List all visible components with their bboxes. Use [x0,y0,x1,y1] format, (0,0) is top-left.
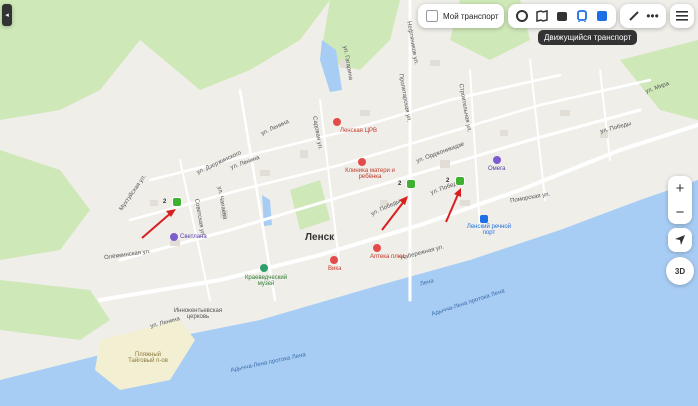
poi-pharmacy[interactable]: Аптека плюс [370,254,405,260]
view-3d-button[interactable]: 3D [666,257,694,285]
moving-transport-icon [597,11,607,21]
poi-vika[interactable]: Вика [328,266,341,272]
ruler-icon [628,11,639,21]
bus-icon[interactable] [406,179,416,189]
port-icon[interactable] [480,215,488,223]
zoom-in-button[interactable]: + [668,176,692,200]
traffic-layer-button[interactable] [512,5,532,27]
panorama-layer-button[interactable] [552,5,572,27]
shop-icon[interactable] [170,233,178,241]
city-label: Ленск [305,232,335,243]
shop-icon[interactable] [493,156,501,164]
bus-icon[interactable] [172,197,182,207]
bus-route-number: 2 [163,199,167,205]
poi-svetlana[interactable]: Светлана [180,234,207,240]
shop-icon[interactable] [330,256,338,264]
map-layer-button[interactable] [532,5,552,27]
bus-route-number: 2 [398,181,402,187]
checkbox[interactable] [426,10,438,22]
location-arrow-icon [675,235,685,245]
menu-button[interactable] [670,4,694,28]
my-location-button[interactable] [668,228,692,252]
zoom-out-button[interactable]: − [668,200,692,224]
bus-route-number: 2 [446,178,450,184]
tools-toolbar: ••• [620,4,666,28]
view-3d-label: 3D [674,266,686,276]
camera-icon [557,12,567,21]
moving-transport-button[interactable] [592,5,612,27]
clinic-icon[interactable] [358,158,366,166]
poi-omega[interactable]: Омега [488,166,506,172]
my-transport-toggle[interactable]: Мой транспорт [418,4,504,28]
pharmacy-icon[interactable] [373,244,381,252]
poi-church[interactable]: Иннокентьевская церковь [168,308,228,320]
collapse-panel-button[interactable]: ◂ [2,4,12,26]
tooltip: Движущийся транспорт [538,30,638,45]
ruler-button[interactable] [624,5,643,27]
poi-hospital[interactable]: Ленская ЦРВ [340,128,377,134]
poi-sands: Пляжный Тайговый п-ов [128,352,168,364]
chevron-left-icon: ◂ [5,12,9,19]
my-transport-label: Мой транспорт [443,11,499,21]
bus-icon[interactable] [455,176,465,186]
zoom-control: + − [668,176,692,224]
poi-port[interactable]: Ленский речной порт [464,224,514,236]
layers-toolbar [508,4,616,28]
more-dots-icon: ••• [646,9,659,23]
poi-maternity[interactable]: Клиника матери и ребёнка [340,168,400,180]
transit-layer-button[interactable] [572,5,592,27]
map-book-icon [536,10,548,22]
more-button[interactable]: ••• [643,5,662,27]
hospital-icon[interactable] [333,118,341,126]
museum-icon[interactable] [260,264,268,272]
traffic-icon [516,10,528,22]
bus-layer-icon [577,10,587,22]
hamburger-icon [676,11,688,21]
poi-museum[interactable]: Краеведческий музей [236,275,296,287]
